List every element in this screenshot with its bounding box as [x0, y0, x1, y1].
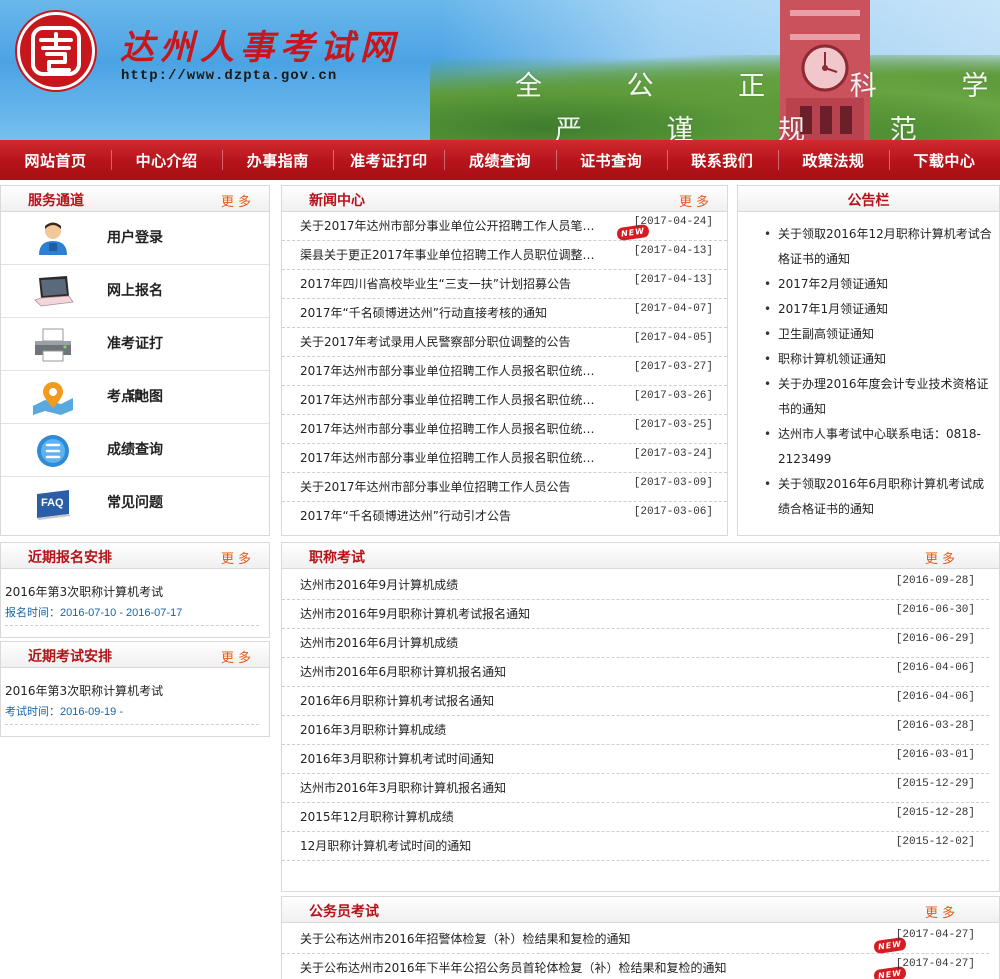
- map-pin-icon: [33, 382, 73, 415]
- nav-admission-print[interactable]: 准考证打印: [333, 140, 444, 180]
- printer-icon: [35, 328, 71, 362]
- service-item-label: 考点地图: [107, 389, 163, 405]
- service-title: 服务通道: [28, 193, 84, 209]
- news-title: 新闻中心: [309, 193, 365, 209]
- notice-item[interactable]: 关于领取2016年6月职称计算机考试成绩合格证书的通知: [764, 472, 993, 522]
- service-header: 服务通道 更多: [1, 186, 269, 212]
- list-item[interactable]: 2015年12月职称计算机成绩 [2015-12-28]: [282, 803, 989, 832]
- service-item-label: 网上报名: [107, 283, 163, 299]
- nav-about[interactable]: 中心介绍: [111, 140, 222, 180]
- title-exam-list: 达州市2016年9月计算机成绩 [2016-09-28] 达州市2016年9月职称…: [282, 571, 989, 861]
- civil-exam-title: 公务员考试: [309, 904, 379, 920]
- service-more-link[interactable]: 更多: [221, 191, 255, 210]
- main-nav: 网站首页 中心介绍 办事指南 准考证打印 成绩查询 证书查询 联系我们 政策法规…: [0, 140, 1000, 180]
- svg-text:FAQ: FAQ: [41, 497, 64, 509]
- news-panel: 新闻中心 更多 关于2017年达州市部分事业单位公开招聘工作人员笔试… NEW [2…: [281, 185, 728, 536]
- motto-line-1: 全 公 正 科 学 权 威: [515, 71, 1000, 102]
- list-item[interactable]: 2016年3月职称计算机成绩 [2016-03-28]: [282, 716, 989, 745]
- recent-registration-more-link[interactable]: 更多: [221, 548, 255, 567]
- list-item[interactable]: 12月职称计算机考试时间的通知 [2015-12-02]: [282, 832, 989, 861]
- title-exam-panel: 职称考试 更多 达州市2016年9月计算机成绩 [2016-09-28] 达州市2…: [281, 542, 1000, 892]
- notice-item[interactable]: 2017年1月领证通知: [764, 297, 993, 322]
- motto-line-2: 严 谨 规 范 务 实 创: [555, 115, 1000, 140]
- recent-registration-entry[interactable]: 2016年第3次职称计算机考试 报名时间：2016-07-10 - 2016-0…: [1, 569, 269, 626]
- recent-exam-header: 近期考试安排 更多: [1, 642, 269, 668]
- laptop-icon: [34, 276, 74, 307]
- logo-seal-icon: [31, 26, 81, 76]
- notice-header: 公告栏: [738, 186, 999, 212]
- user-login-icon: [39, 222, 67, 255]
- nav-home[interactable]: 网站首页: [0, 140, 111, 180]
- service-faq[interactable]: FAQ 常见问题: [1, 477, 269, 530]
- service-online-register[interactable]: 网上报名: [1, 265, 269, 318]
- title-exam-header: 职称考试 更多: [282, 543, 999, 569]
- schedule-time: 考试时间：2016-09-19 -: [5, 702, 259, 725]
- recent-registration-panel: 近期报名安排 更多 2016年第3次职称计算机考试 报名时间：2016-07-1…: [0, 542, 270, 638]
- list-item[interactable]: 达州市2016年6月职称计算机报名通知 [2016-04-06]: [282, 658, 989, 687]
- site-title: 达州人事考试网: [120, 28, 400, 68]
- notice-title: 公告栏: [847, 193, 890, 209]
- recent-exam-entry[interactable]: 2016年第3次职称计算机考试 考试时间：2016-09-19 -: [1, 668, 269, 725]
- header-banner: 达州人事考试网 http://www.dzpta.gov.cn 全 公 正 科 …: [0, 0, 1000, 140]
- notice-list: 关于领取2016年12月职称计算机考试合格证书的通知 2017年2月领证通知 2…: [738, 212, 999, 522]
- recent-exam-more-link[interactable]: 更多: [221, 647, 255, 666]
- list-item[interactable]: 关于公布达州市2016年招警体检复（补）检结果和复检的通知 NEW [2017-04…: [282, 925, 989, 955]
- nav-policy[interactable]: 政策法规: [777, 140, 889, 180]
- list-item[interactable]: 2016年3月职称计算机考试时间通知 [2016-03-01]: [282, 745, 989, 774]
- title-exam-title: 职称考试: [309, 550, 365, 566]
- list-item[interactable]: 达州市2016年9月职称计算机考试报名通知 [2016-06-30]: [282, 600, 989, 629]
- civil-exam-list: 关于公布达州市2016年招警体检复（补）检结果和复检的通知 NEW [2017-04…: [282, 925, 989, 979]
- list-item[interactable]: 2017年“千名硕博进达州”行动引才公告 [2017-03-06]: [282, 502, 727, 531]
- nav-contact[interactable]: 联系我们: [666, 140, 778, 180]
- schedule-time: 报名时间：2016-07-10 - 2016-07-17: [5, 603, 259, 626]
- list-item[interactable]: 2016年6月职称计算机考试报名通知 [2016-04-06]: [282, 687, 989, 716]
- site-logo[interactable]: [17, 12, 95, 90]
- news-list: 关于2017年达州市部分事业单位公开招聘工作人员笔试… NEW [2017-04-2…: [282, 212, 727, 531]
- civil-exam-panel: 公务员考试 更多 关于公布达州市2016年招警体检复（补）检结果和复检的通知 NE…: [281, 896, 1000, 979]
- recent-registration-title: 近期报名安排: [28, 550, 112, 566]
- service-admission-print[interactable]: 准考证打印: [1, 318, 269, 405]
- notice-item[interactable]: 职称计算机领证通知: [764, 347, 993, 372]
- civil-exam-more-link[interactable]: 更多: [925, 902, 959, 921]
- service-item-label: 用户登录: [107, 230, 163, 246]
- title-exam-more-link[interactable]: 更多: [925, 548, 959, 567]
- score-query-icon: [37, 435, 69, 467]
- nav-certificate-query[interactable]: 证书查询: [555, 140, 667, 180]
- nav-guide[interactable]: 办事指南: [222, 140, 333, 180]
- list-item[interactable]: 达州市2016年3月职称计算机报名通知 [2015-12-29]: [282, 774, 989, 803]
- service-user-login[interactable]: 用户登录: [1, 212, 269, 265]
- service-item-label: 常见问题: [107, 495, 163, 511]
- notice-panel: 公告栏 关于领取2016年12月职称计算机考试合格证书的通知 2017年2月领证…: [737, 185, 1000, 536]
- notice-item[interactable]: 达州市人事考试中心联系电话：0818-2123499: [764, 422, 993, 472]
- service-item-label: 准考证打印: [107, 336, 163, 405]
- schedule-name: 2016年第3次职称计算机考试: [5, 585, 164, 599]
- list-item[interactable]: 关于公布达州市2016年下半年公招公务员首轮体检复（补）检结果和复检的通知 NEW…: [282, 954, 989, 979]
- list-item[interactable]: 达州市2016年6月计算机成绩 [2016-06-29]: [282, 629, 989, 658]
- site-url: http://www.dzpta.gov.cn: [121, 68, 338, 84]
- recent-exam-panel: 近期考试安排 更多 2016年第3次职称计算机考试 考试时间：2016-09-1…: [0, 641, 270, 737]
- list-item[interactable]: 达州市2016年9月计算机成绩 [2016-09-28]: [282, 571, 989, 600]
- schedule-name: 2016年第3次职称计算机考试: [5, 684, 164, 698]
- recent-exam-title: 近期考试安排: [28, 649, 112, 665]
- service-score-query[interactable]: 成绩查询: [1, 424, 269, 477]
- civil-exam-header: 公务员考试 更多: [282, 897, 999, 923]
- nav-download[interactable]: 下载中心: [888, 140, 1000, 180]
- recent-registration-header: 近期报名安排 更多: [1, 543, 269, 569]
- service-panel: 服务通道 更多 用户登录 网上报名 准考证打印 考点地图 成绩查询 FAQ 常见…: [0, 185, 270, 536]
- nav-score-query[interactable]: 成绩查询: [444, 140, 555, 180]
- faq-book-icon: FAQ: [37, 490, 71, 520]
- service-item-label: 成绩查询: [107, 442, 163, 458]
- notice-item[interactable]: 关于领取2016年12月职称计算机考试合格证书的通知: [764, 222, 993, 272]
- notice-item[interactable]: 2017年2月领证通知: [764, 272, 993, 297]
- service-exam-map[interactable]: 考点地图: [1, 371, 269, 424]
- notice-item[interactable]: 卫生副高领证通知: [764, 322, 993, 347]
- notice-item[interactable]: 关于办理2016年度会计专业技术资格证书的通知: [764, 372, 993, 422]
